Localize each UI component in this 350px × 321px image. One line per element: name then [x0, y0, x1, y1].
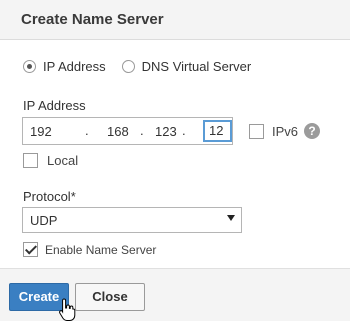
ipv6-label[interactable]: IPv6 — [272, 124, 298, 139]
ip-address-field[interactable]: 192 . 168 . 123 . 12 — [22, 117, 233, 145]
ip-dot-separator: . — [182, 123, 186, 138]
local-checkbox[interactable] — [23, 153, 38, 168]
close-button[interactable]: Close — [75, 283, 145, 311]
dialog-title: Create Name Server — [21, 11, 164, 28]
protocol-select[interactable]: UDP — [22, 207, 242, 233]
hand-cursor-icon — [59, 298, 76, 321]
enable-name-server-checkbox[interactable] — [23, 242, 38, 257]
ip-octet-3[interactable]: 123 — [155, 124, 177, 139]
help-icon[interactable]: ? — [304, 123, 321, 139]
radio-ip-address[interactable] — [23, 60, 36, 73]
ipv6-option: IPv6 ? — [249, 123, 321, 139]
ip-dot-separator: . — [85, 123, 89, 138]
ip-octet-2[interactable]: 168 — [107, 124, 129, 139]
ip-octet-1[interactable]: 192 — [30, 124, 52, 139]
ipv6-checkbox[interactable] — [249, 123, 264, 139]
ip-octet-4[interactable]: 12 — [203, 120, 232, 142]
radio-dns-virtual-server[interactable] — [121, 60, 135, 73]
ip-dot-separator: . — [140, 123, 144, 138]
radio-dns-virtual-server-label[interactable]: DNS Virtual Server — [142, 59, 252, 74]
local-option: Local — [23, 153, 78, 168]
enable-name-server-label[interactable]: Enable Name Server — [45, 243, 156, 257]
target-type-group: IP Address DNS Virtual Server — [23, 59, 251, 74]
local-label[interactable]: Local — [47, 153, 78, 168]
create-name-server-dialog: Create Name Server IP Address DNS Virtua… — [0, 0, 350, 321]
dialog-header: Create Name Server — [0, 0, 350, 40]
protocol-selected-value: UDP — [30, 213, 58, 228]
ip-address-label: IP Address — [23, 98, 86, 113]
radio-ip-address-label[interactable]: IP Address — [43, 59, 106, 74]
enable-name-server-option: Enable Name Server — [23, 242, 156, 257]
caret-down-icon — [227, 215, 235, 221]
dialog-footer: Create Close — [0, 268, 350, 321]
protocol-label: Protocol* — [23, 189, 76, 204]
